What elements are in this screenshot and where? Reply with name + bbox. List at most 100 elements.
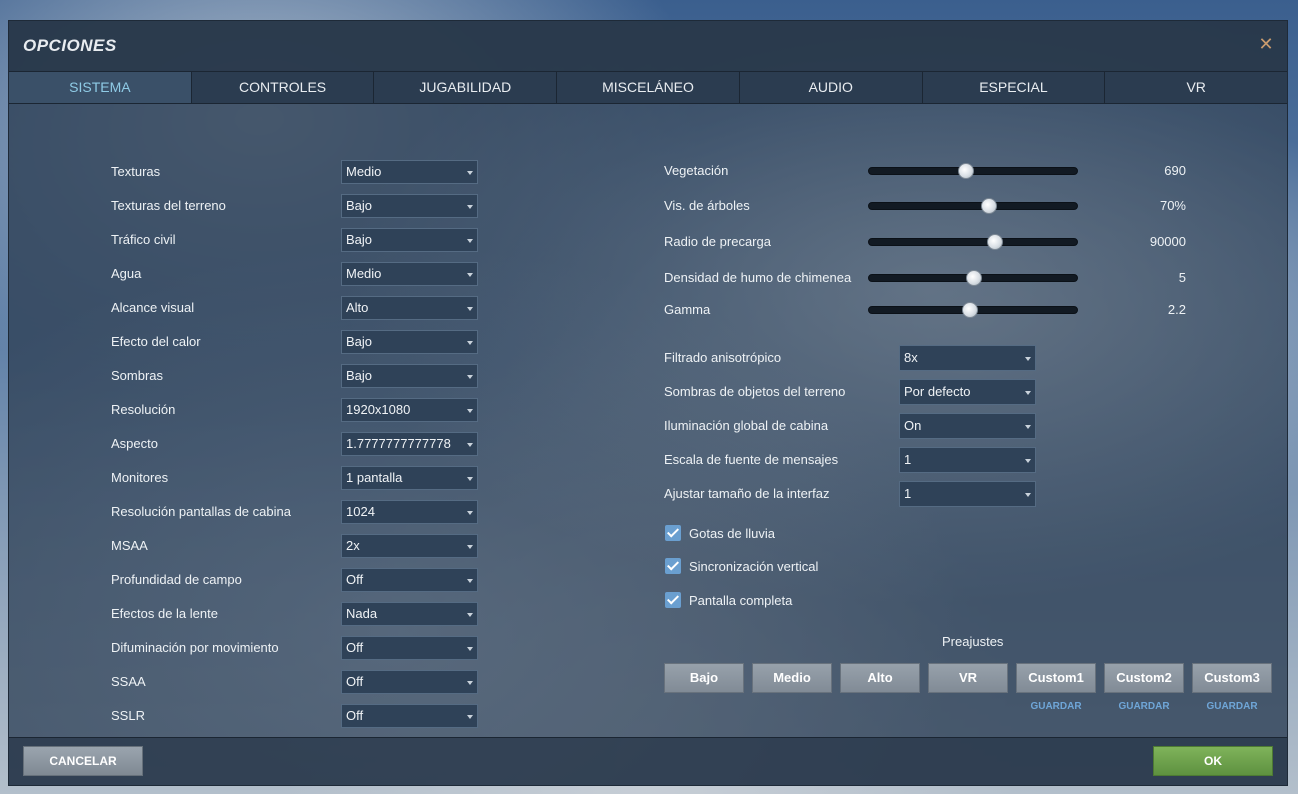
slider-value: 2.2 — [1167, 302, 1186, 317]
footer-bar: CANCELAR OK — [9, 737, 1287, 785]
setting-label: Resolución — [111, 402, 176, 417]
setting-dropdown[interactable]: 1024 — [341, 500, 478, 524]
slider-value: 70% — [1159, 198, 1186, 213]
dropdown-value: Medio — [346, 266, 382, 281]
dropdown-value: 1 — [904, 486, 912, 501]
dropdown-value: 1 pantalla — [346, 470, 403, 485]
ok-button[interactable]: OK — [1153, 746, 1273, 776]
tab-audio[interactable]: AUDIO — [740, 72, 923, 103]
dropdown-value: 8x — [904, 350, 918, 365]
setting-dropdown[interactable]: Off — [341, 636, 478, 660]
chevron-down-icon — [467, 307, 473, 311]
dropdown-value: 1.7777777777778 — [346, 436, 451, 451]
dropdown-value: Medio — [346, 164, 382, 179]
setting-dropdown[interactable]: 1 — [899, 447, 1036, 473]
dropdown-value: 1024 — [346, 504, 375, 519]
slider-label: Radio de precarga — [664, 234, 771, 249]
preset-button[interactable]: Custom3 — [1192, 663, 1272, 693]
cancel-button[interactable]: CANCELAR — [23, 746, 143, 776]
setting-dropdown[interactable]: 1 — [899, 481, 1036, 507]
setting-label: Difuminación por movimiento — [111, 640, 279, 655]
save-preset-link[interactable]: GUARDAR — [1104, 701, 1184, 712]
save-preset-link[interactable]: GUARDAR — [1192, 701, 1272, 712]
setting-dropdown[interactable]: Off — [341, 670, 478, 694]
checkbox[interactable] — [665, 525, 681, 541]
preset-button[interactable]: Custom2 — [1104, 663, 1184, 693]
tab-sistema[interactable]: SISTEMA — [9, 72, 192, 103]
setting-label: Monitores — [111, 470, 169, 485]
slider-label: Densidad de humo de chimenea — [664, 270, 852, 285]
dropdown-value: Alto — [346, 300, 369, 315]
setting-label: Aspecto — [111, 436, 158, 451]
slider-handle[interactable] — [966, 270, 982, 286]
setting-label: Texturas del terreno — [111, 198, 226, 213]
tab-jugabilidad[interactable]: JUGABILIDAD — [374, 72, 558, 103]
dropdown-value: Off — [346, 674, 364, 689]
setting-dropdown[interactable]: Medio — [341, 262, 478, 286]
tab-bar: SISTEMA CONTROLES JUGABILIDAD MISCELÁNEO AUD… — [9, 71, 1287, 104]
slider-track[interactable] — [868, 234, 1078, 250]
setting-dropdown[interactable]: Bajo — [341, 364, 478, 388]
slider-track[interactable] — [868, 302, 1078, 318]
chevron-down-icon — [467, 409, 473, 413]
chevron-down-icon — [467, 647, 473, 651]
setting-dropdown[interactable]: 8x — [899, 345, 1036, 371]
dropdown-value: Bajo — [346, 334, 373, 349]
save-preset-link[interactable]: GUARDAR — [1016, 701, 1096, 712]
slider-handle[interactable] — [962, 302, 978, 318]
setting-label: Iluminación global de cabina — [664, 418, 829, 433]
slider-handle[interactable] — [981, 198, 997, 214]
slider-label: Vegetación — [664, 163, 729, 178]
setting-dropdown[interactable]: Nada — [341, 602, 478, 626]
preset-button[interactable]: Alto — [840, 663, 920, 693]
setting-label: Sombras — [111, 368, 164, 383]
preset-button[interactable]: Bajo — [664, 663, 744, 693]
slider-track[interactable] — [868, 270, 1078, 286]
setting-dropdown[interactable]: Alto — [341, 296, 478, 320]
setting-label: Profundidad de campo — [111, 572, 242, 587]
setting-dropdown[interactable]: On — [899, 413, 1036, 439]
tab-miscelaneo[interactable]: MISCELÁNEO — [557, 72, 740, 103]
slider-value: 90000 — [1149, 234, 1186, 249]
setting-label: Escala de fuente de mensajes — [664, 452, 839, 467]
slider-track[interactable] — [868, 198, 1078, 214]
slider-label: Gamma — [664, 302, 711, 317]
chevron-down-icon — [467, 239, 473, 243]
setting-dropdown[interactable]: Bajo — [341, 194, 478, 218]
dropdown-value: Bajo — [346, 368, 373, 383]
tab-controles[interactable]: CONTROLES — [192, 72, 375, 103]
setting-dropdown[interactable]: Medio — [341, 160, 478, 184]
setting-dropdown[interactable]: Bajo — [341, 330, 478, 354]
setting-dropdown[interactable]: Off — [341, 568, 478, 592]
setting-label: Tráfico civil — [111, 232, 176, 247]
preset-button[interactable]: Custom1 — [1016, 663, 1096, 693]
tab-vr[interactable]: VR — [1105, 72, 1287, 103]
chevron-down-icon — [467, 375, 473, 379]
slider-track[interactable] — [868, 163, 1078, 179]
setting-dropdown[interactable]: 1.7777777777778 — [341, 432, 478, 456]
setting-label: Efectos de la lente — [111, 606, 218, 621]
close-icon[interactable]: ✕ — [1257, 35, 1275, 53]
checkbox[interactable] — [665, 592, 681, 608]
chevron-down-icon — [467, 443, 473, 447]
setting-label: Ajustar tamaño de la interfaz — [664, 486, 830, 501]
setting-label: Agua — [111, 266, 142, 281]
preset-button[interactable]: Medio — [752, 663, 832, 693]
slider-handle[interactable] — [958, 163, 974, 179]
setting-dropdown[interactable]: Bajo — [341, 228, 478, 252]
checkbox-label: Sincronización vertical — [689, 559, 819, 574]
setting-dropdown[interactable]: Off — [341, 704, 478, 728]
setting-label: SSAA — [111, 674, 146, 689]
slider-handle[interactable] — [987, 234, 1003, 250]
setting-label: Alcance visual — [111, 300, 195, 315]
setting-dropdown[interactable]: 1 pantalla — [341, 466, 478, 490]
slider-value: 5 — [1178, 270, 1186, 285]
setting-dropdown[interactable]: 1920x1080 — [341, 398, 478, 422]
checkbox[interactable] — [665, 558, 681, 574]
tab-especial[interactable]: ESPECIAL — [923, 72, 1106, 103]
chevron-down-icon — [1025, 493, 1031, 497]
chevron-down-icon — [467, 477, 473, 481]
preset-button[interactable]: VR — [928, 663, 1008, 693]
setting-dropdown[interactable]: Por defecto — [899, 379, 1036, 405]
setting-dropdown[interactable]: 2x — [341, 534, 478, 558]
